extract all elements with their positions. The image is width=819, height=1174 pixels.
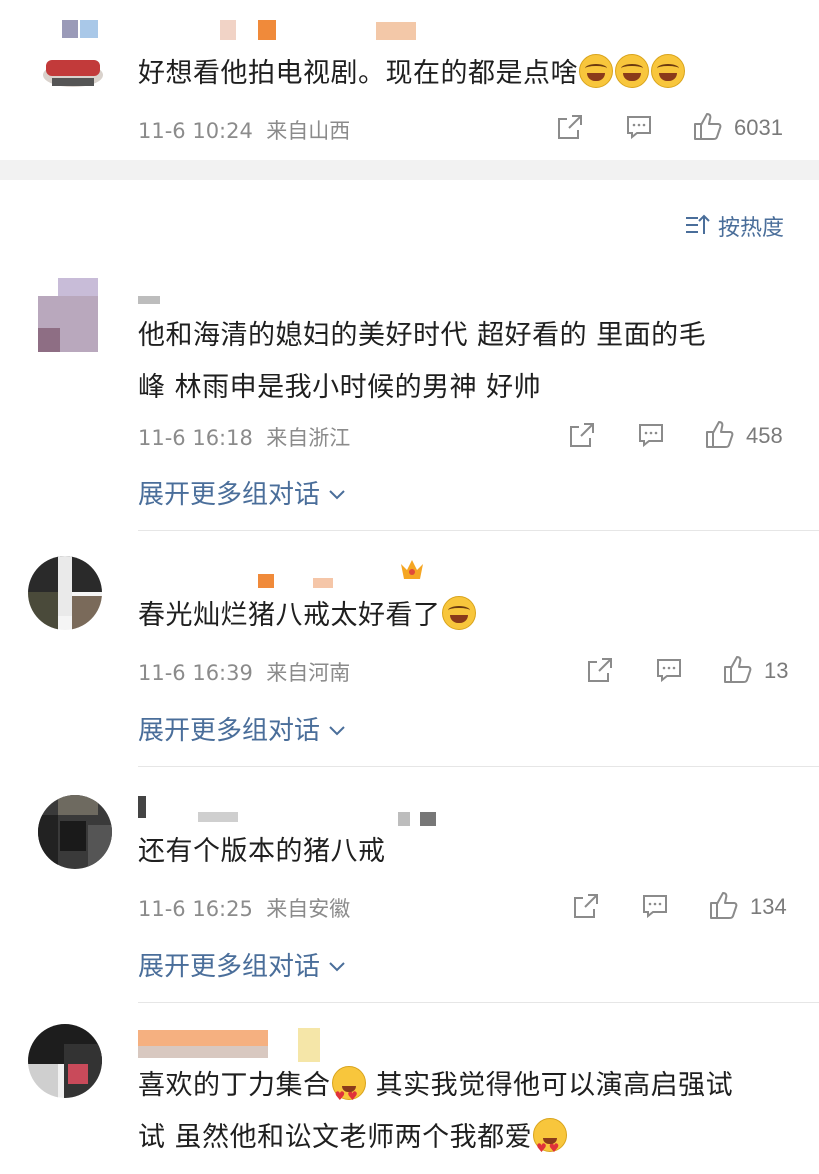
laugh-cry-emoji-icon — [615, 54, 649, 88]
chevron-down-icon — [328, 714, 346, 736]
expand-replies-link[interactable]: 展开更多组对话 — [138, 946, 346, 983]
comment-icon[interactable] — [641, 892, 669, 924]
avatar[interactable] — [38, 795, 112, 869]
share-icon[interactable] — [572, 892, 600, 924]
comment-icon[interactable] — [637, 421, 665, 453]
vip-crown-icon — [398, 556, 426, 586]
divider — [138, 766, 819, 767]
avatar[interactable] — [38, 278, 112, 352]
divider — [138, 1002, 819, 1003]
comment-text: 好想看他拍电视剧。现在的都是点啥 — [138, 48, 686, 100]
username-blur — [220, 20, 420, 42]
comment-text: 还有个版本的猪八戒 — [138, 836, 386, 867]
comment-meta: 11-6 10:24 来自山西 — [138, 115, 350, 145]
expand-replies-link[interactable]: 展开更多组对话 — [138, 710, 346, 747]
expand-replies-link[interactable]: 展开更多组对话 — [138, 474, 346, 511]
comment-icon[interactable] — [655, 656, 683, 688]
username-redacted[interactable] — [138, 296, 160, 304]
like-icon[interactable] — [708, 889, 740, 925]
chevron-down-icon — [328, 950, 346, 972]
comment-time: 11-6 16:25 — [138, 897, 253, 921]
comment-location: 来自河南 — [266, 661, 351, 685]
comment-time: 11-6 16:39 — [138, 661, 253, 685]
comment-text: 春光灿烂猪八戒太好看了 — [138, 590, 477, 642]
share-icon[interactable] — [568, 421, 596, 453]
comment-location: 来自安徽 — [266, 897, 351, 921]
comment-text: 他和海清的媳妇的美好时代 超好看的 里面的毛 峰 林雨申是我小时候的男神 好帅 — [138, 320, 707, 403]
comment-meta: 11-6 16:25 来自安徽 — [138, 893, 350, 923]
username-redacted[interactable] — [62, 20, 100, 40]
share-icon[interactable] — [586, 656, 614, 688]
comment-time: 11-6 16:18 — [138, 426, 253, 450]
username-redacted[interactable] — [138, 1028, 338, 1062]
sort-icon — [684, 212, 712, 242]
username-redacted[interactable] — [138, 574, 388, 588]
comment-text: 喜欢的丁力集合 其实我觉得他可以演高启强试 试 虽然他和讼文老师两个我都爱 — [138, 1060, 808, 1174]
sort-label: 按热度 — [718, 216, 785, 241]
heart-eyes-emoji-icon — [331, 1066, 366, 1122]
like-count: 13 — [764, 658, 789, 683]
comment-meta: 11-6 16:18 来自浙江 — [138, 422, 350, 452]
chevron-down-icon — [328, 478, 346, 500]
like-icon[interactable] — [692, 110, 724, 146]
laugh-cry-emoji-icon — [441, 596, 476, 630]
divider — [138, 530, 819, 531]
comment-icon[interactable] — [625, 113, 653, 145]
username-redacted[interactable] — [138, 796, 438, 826]
heart-eyes-emoji-icon — [533, 1118, 568, 1174]
avatar[interactable] — [38, 30, 108, 100]
comment-location: 来自山西 — [266, 119, 351, 143]
avatar[interactable] — [28, 556, 102, 630]
like-icon[interactable] — [722, 653, 754, 689]
share-icon[interactable] — [556, 113, 584, 145]
like-count: 134 — [750, 894, 787, 919]
laugh-cry-emoji-icon — [579, 54, 613, 88]
like-icon[interactable] — [704, 418, 736, 454]
like-count: 458 — [746, 423, 783, 448]
avatar[interactable] — [28, 1024, 102, 1098]
laugh-cry-emoji-icon — [651, 54, 685, 88]
comment-time: 11-6 10:24 — [138, 119, 253, 143]
like-count: 6031 — [734, 115, 783, 140]
section-gap — [0, 160, 819, 180]
comment-location: 来自浙江 — [266, 426, 351, 450]
comment-meta: 11-6 16:39 来自河南 — [138, 657, 350, 687]
